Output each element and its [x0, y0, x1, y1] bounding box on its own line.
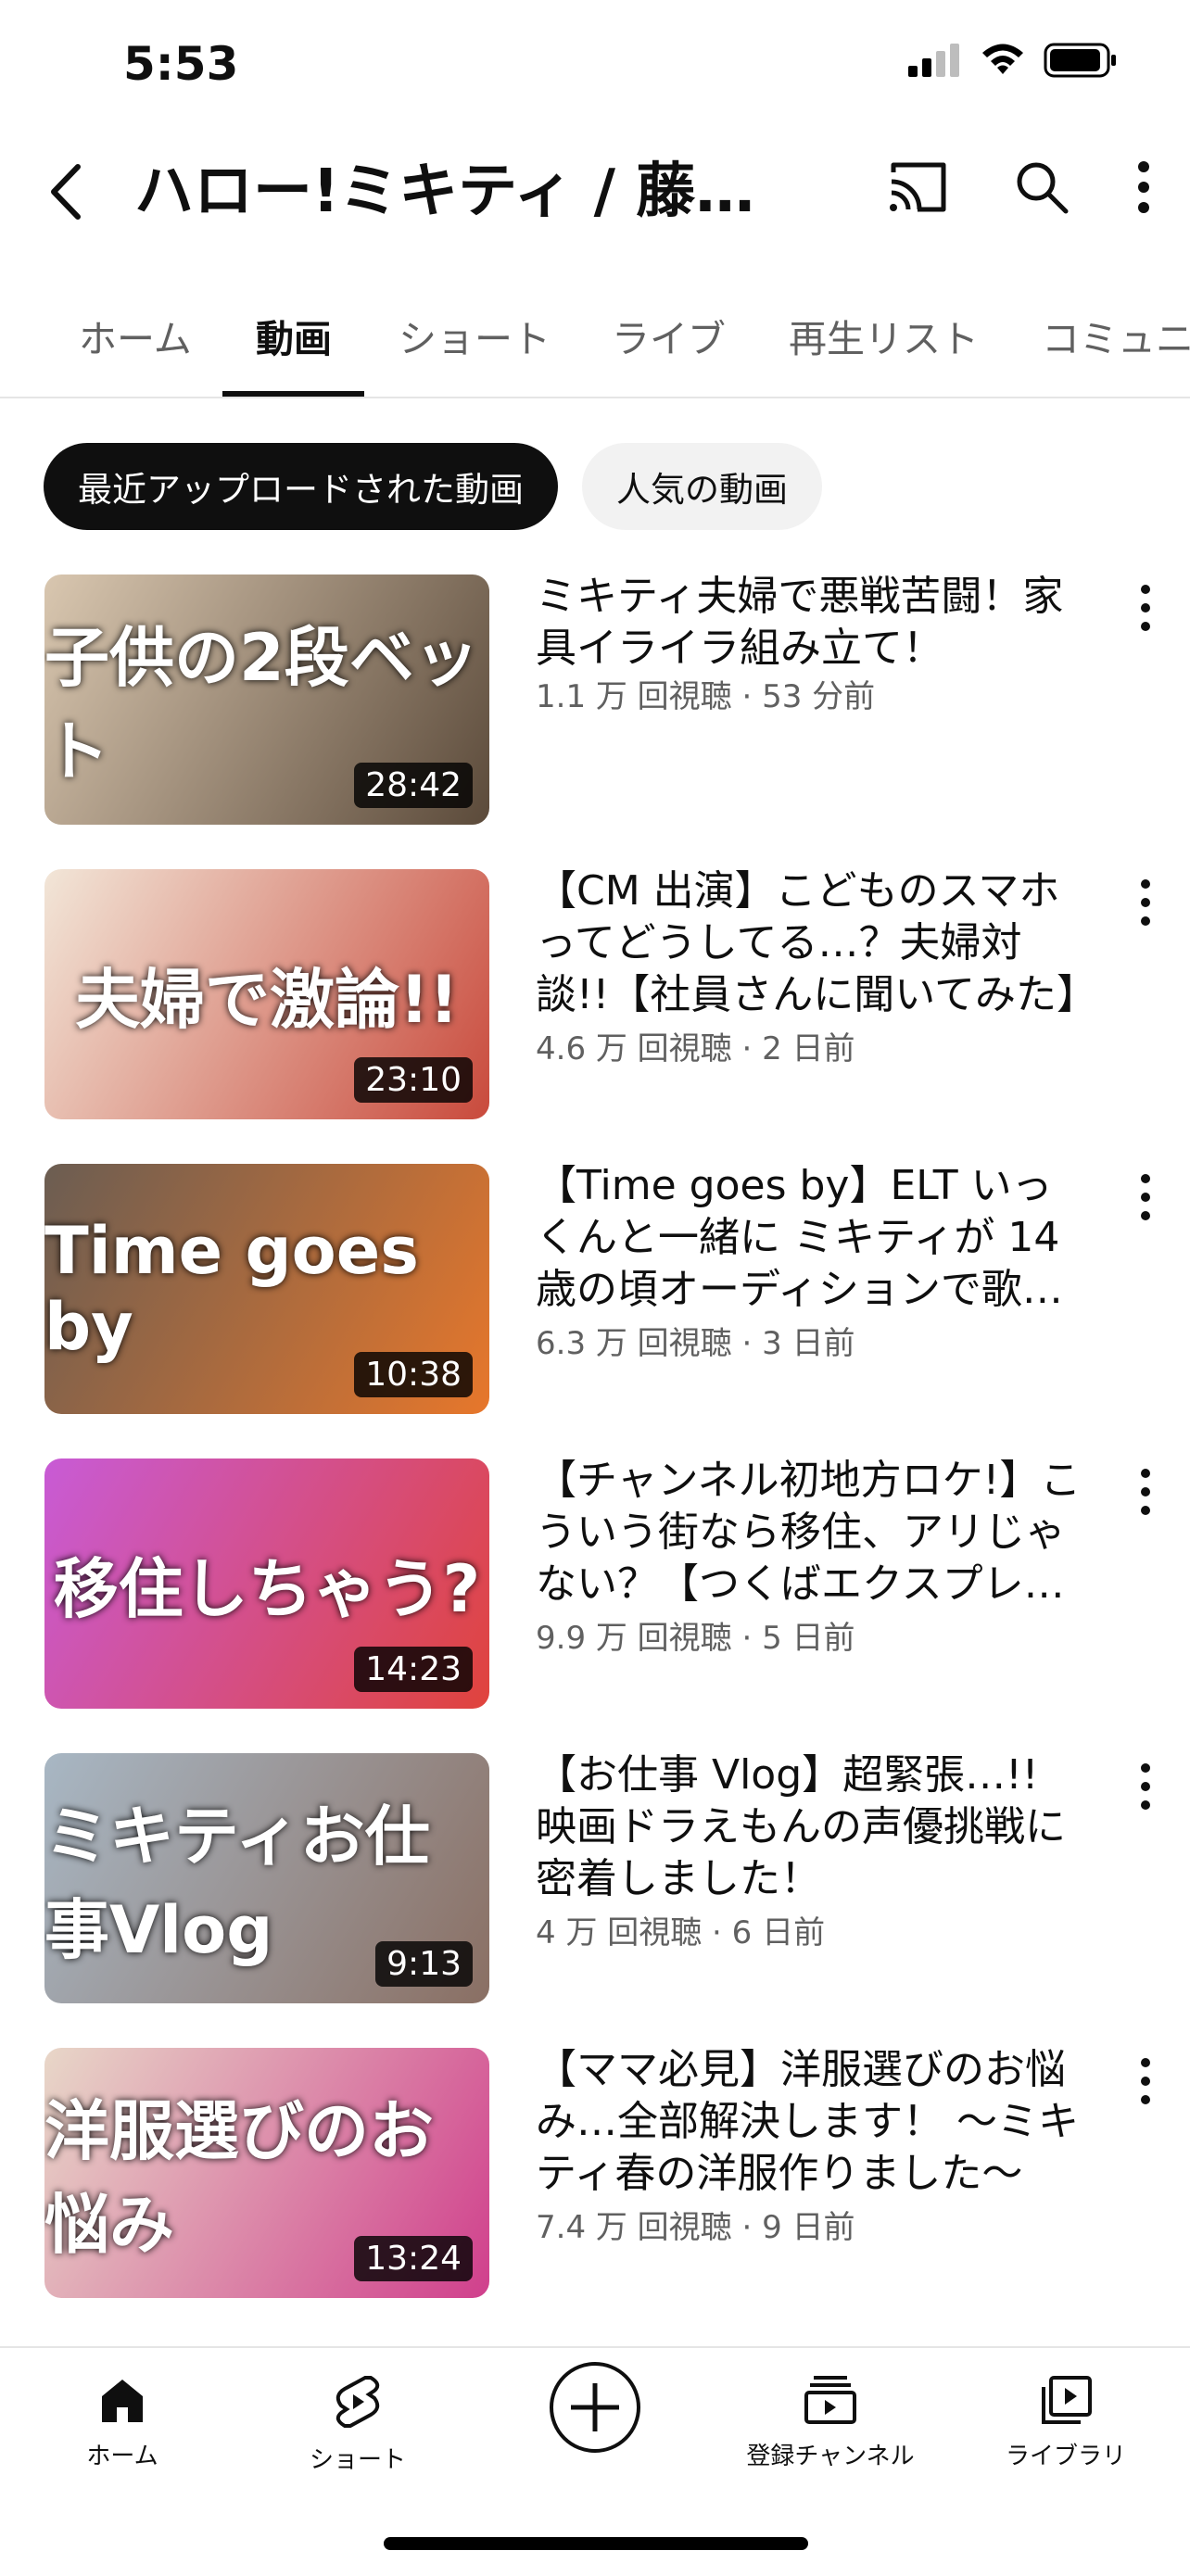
- shorts-icon: [335, 2376, 380, 2428]
- video-meta: 9.9 万 回視聴 · 5 日前: [536, 1620, 855, 1657]
- nav-shorts-label: ショート: [309, 2446, 406, 2474]
- video-thumbnail[interactable]: 子供の2段ベット 28:42: [44, 575, 489, 825]
- duration-badge: 10:38: [354, 1352, 473, 1397]
- video-title[interactable]: 【CM 出演】こどものスマホってどうしてる…？夫婦対談!!【社員さんに聞いてみた…: [536, 865, 1092, 1021]
- create-icon: [550, 2362, 640, 2453]
- video-meta: 4 万 回視聴 · 6 日前: [536, 1914, 826, 1951]
- video-thumbnail[interactable]: 夫婦で激論!! 23:10: [44, 869, 489, 1119]
- video-thumbnail[interactable]: 洋服選びのお悩み 13:24: [44, 2048, 489, 2298]
- video-item[interactable]: 子供の2段ベット 28:42 ミキティ夫婦で悪戦苦闘！家具イライラ組み立て！ 1.1 …: [0, 573, 1190, 834]
- video-title[interactable]: 【Time goes by】ELT いっくんと一緒に ミキティが 14 歳の頃オ…: [536, 1160, 1092, 1316]
- chip-recent-uploads[interactable]: 最近アップロードされた動画: [44, 443, 558, 530]
- tab-live[interactable]: ライブ: [612, 308, 726, 363]
- video-item[interactable]: 洋服選びのお悩み 13:24 【ママ必見】洋服選びのお悩み…全部解決します！ 〜ミキ…: [0, 2046, 1190, 2307]
- video-thumbnail[interactable]: 移住しちゃう? 14:23: [44, 1458, 489, 1709]
- video-thumbnail[interactable]: Time goes by 10:38: [44, 1164, 489, 1414]
- library-icon: [1042, 2376, 1092, 2424]
- chip-popular[interactable]: 人気の動画: [582, 443, 822, 530]
- nav-library[interactable]: ライブラリ: [964, 2374, 1168, 2471]
- video-title[interactable]: ミキティ夫婦で悪戦苦闘！家具イライラ組み立て！: [536, 571, 1092, 675]
- tab-community[interactable]: コミュニ: [1042, 308, 1190, 363]
- tab-playlists[interactable]: 再生リスト: [789, 308, 979, 363]
- battery-icon: [1044, 43, 1116, 78]
- app-actions: [886, 159, 1153, 215]
- nav-home-label: ホーム: [86, 2443, 158, 2470]
- video-item[interactable]: 夫婦で激論!! 23:10 【CM 出演】こどものスマホってどうしてる…？夫婦対談!…: [0, 867, 1190, 1129]
- channel-title: ハロー!ミキティ / 藤…: [134, 158, 755, 226]
- more-vert-icon[interactable]: [1134, 1759, 1157, 1814]
- nav-create[interactable]: [493, 2359, 697, 2459]
- video-meta: 7.4 万 回視聴 · 9 日前: [536, 2209, 855, 2246]
- duration-badge: 23:10: [354, 1057, 473, 1103]
- video-meta: 1.1 万 回視聴 · 53 分前: [536, 678, 876, 715]
- duration-badge: 14:23: [354, 1647, 473, 1692]
- status-bar: 5:53: [0, 0, 1190, 130]
- more-vert-icon[interactable]: [1134, 2053, 1157, 2109]
- back-arrow-icon[interactable]: [43, 159, 89, 224]
- app-bar: ハロー!ミキティ / 藤…: [0, 139, 1190, 250]
- wifi-icon: [982, 44, 1023, 74]
- nav-subscriptions[interactable]: 登録チャンネル: [728, 2374, 932, 2471]
- cellular-signal-icon: [908, 44, 959, 77]
- more-vert-icon[interactable]: [1134, 875, 1157, 930]
- video-item[interactable]: Time goes by 10:38 【Time goes by】ELT いっくんと…: [0, 1162, 1190, 1423]
- status-icons: [908, 43, 1118, 78]
- home-icon: [102, 2380, 143, 2422]
- nav-library-label: ライブラリ: [1005, 2443, 1126, 2470]
- nav-home[interactable]: ホーム: [20, 2374, 224, 2471]
- status-time: 5:53: [123, 37, 239, 91]
- more-vert-icon[interactable]: [1134, 1464, 1157, 1520]
- video-thumbnail[interactable]: ミキティお仕事Vlog 9:13: [44, 1753, 489, 2003]
- duration-badge: 9:13: [375, 1941, 473, 1987]
- subscriptions-icon: [804, 2376, 856, 2424]
- cast-icon[interactable]: [886, 159, 949, 215]
- tab-videos[interactable]: 動画: [256, 308, 332, 363]
- home-indicator: [384, 2537, 808, 2550]
- video-title[interactable]: 【チャンネル初地方ロケ!】こういう街なら移住、アリじゃない？【つくばエクスプレ…: [536, 1455, 1092, 1610]
- video-title[interactable]: 【お仕事 Vlog】超緊張…!! 映画ドラえもんの声優挑戦に密着しました！: [536, 1749, 1092, 1905]
- nav-shorts[interactable]: ショート: [256, 2374, 460, 2475]
- filter-chips: 最近アップロードされた動画 人気の動画: [44, 443, 822, 530]
- tab-home[interactable]: ホーム: [79, 308, 192, 363]
- duration-badge: 28:42: [354, 763, 473, 808]
- video-meta: 4.6 万 回視聴 · 2 日前: [536, 1030, 855, 1067]
- more-vert-icon[interactable]: [1134, 1169, 1157, 1225]
- tab-shorts[interactable]: ショート: [399, 308, 551, 363]
- video-item[interactable]: ミキティお仕事Vlog 9:13 【お仕事 Vlog】超緊張…!! 映画ドラえもんの…: [0, 1751, 1190, 2013]
- tab-active-indicator: [222, 391, 364, 397]
- duration-badge: 13:24: [354, 2236, 473, 2281]
- video-title[interactable]: 【ママ必見】洋服選びのお悩み…全部解決します！ 〜ミキティ春の洋服作りました〜: [536, 2044, 1092, 2200]
- nav-subscriptions-label: 登録チャンネル: [746, 2443, 915, 2470]
- search-icon[interactable]: [1014, 159, 1070, 215]
- channel-tabs: ホーム 動画 ショート ライブ 再生リスト コミュニ: [0, 287, 1190, 398]
- video-meta: 6.3 万 回視聴 · 3 日前: [536, 1325, 855, 1362]
- more-vert-icon[interactable]: [1134, 159, 1153, 215]
- video-item[interactable]: 移住しちゃう? 14:23 【チャンネル初地方ロケ!】こういう街なら移住、アリじゃな…: [0, 1455, 1190, 1718]
- more-vert-icon[interactable]: [1134, 580, 1157, 636]
